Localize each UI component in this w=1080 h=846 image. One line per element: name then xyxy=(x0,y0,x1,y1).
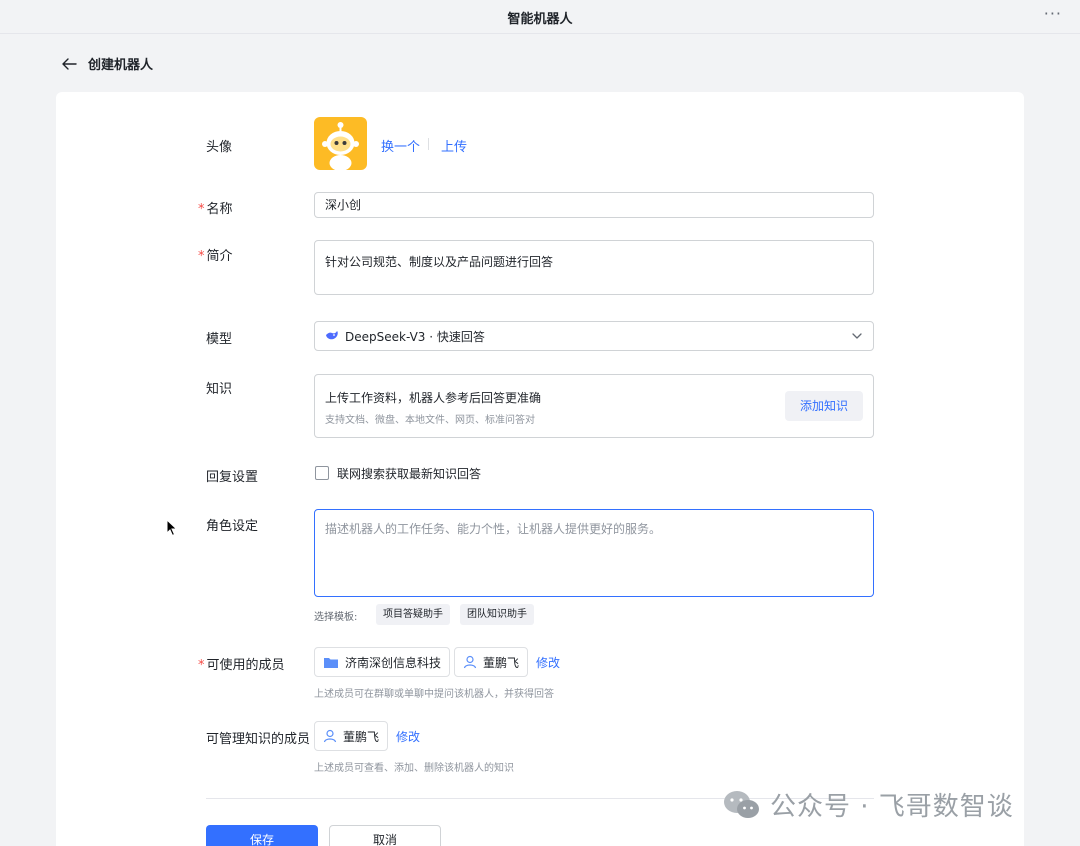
template-project-qa[interactable]: 项目答疑助手 xyxy=(376,604,450,625)
managers-label: 可管理知识的成员 xyxy=(206,732,311,747)
cancel-button[interactable]: 取消 xyxy=(329,825,441,846)
web-search-checkbox-label[interactable]: 联网搜索获取最新知识回答 xyxy=(337,465,481,482)
robot-avatar xyxy=(314,117,367,170)
robot-icon xyxy=(322,122,359,170)
page-title: 创建机器人 xyxy=(88,58,154,73)
members-label-text: 可使用的成员 xyxy=(206,658,285,673)
required-mark: * xyxy=(198,658,205,673)
change-avatar-link[interactable]: 换一个 xyxy=(381,136,420,155)
chevron-down-icon xyxy=(852,333,862,339)
required-mark: * xyxy=(198,202,205,217)
knowledge-subtitle: 支持文档、微盘、本地文件、网页、标准问答对 xyxy=(325,415,535,426)
avatar-link-divider xyxy=(428,138,429,150)
knowledge-title: 上传工作资料，机器人参考后回答更准确 xyxy=(325,391,542,405)
watermark: 公众号 · 飞哥数智谈 xyxy=(722,786,1014,823)
web-search-checkbox[interactable] xyxy=(315,466,329,480)
watermark-text: 公众号 · 飞哥数智谈 xyxy=(770,792,1014,822)
selected-model: DeepSeek-V3 · 快速回答 xyxy=(345,329,485,344)
template-label: 选择模板: xyxy=(314,612,358,623)
model-select[interactable]: DeepSeek-V3 · 快速回答 xyxy=(314,321,874,351)
more-options-button[interactable]: ··· xyxy=(1044,4,1062,23)
save-button[interactable]: 保存 xyxy=(206,825,318,846)
model-label: 模型 xyxy=(206,332,233,347)
name-label: * 名称 xyxy=(198,198,233,217)
intro-label: * 简介 xyxy=(198,245,233,264)
intro-label-text: 简介 xyxy=(206,249,233,264)
reply-settings-label: 回复设置 xyxy=(206,470,259,485)
name-input[interactable]: 深小创 xyxy=(314,192,874,218)
manager-person-chip: 董鹏飞 xyxy=(314,721,389,751)
folder-icon xyxy=(324,657,338,668)
role-label: 角色设定 xyxy=(206,519,259,534)
role-textarea[interactable]: 描述机器人的工作任务、能力个性，让机器人提供更好的服务。 xyxy=(314,509,874,597)
user-icon xyxy=(323,729,337,743)
template-team-knowledge[interactable]: 团队知识助手 xyxy=(460,604,534,625)
back-button[interactable]: 创建机器人 xyxy=(60,54,153,73)
avatar-label: 头像 xyxy=(206,140,233,155)
intro-textarea[interactable]: 针对公司规范、制度以及产品问题进行回答 xyxy=(314,240,874,295)
name-label-text: 名称 xyxy=(206,202,233,217)
members-hint: 上述成员可在群聊或单聊中提问该机器人，并获得回答 xyxy=(314,689,554,700)
required-mark: * xyxy=(198,249,205,264)
window-title: 智能机器人 xyxy=(507,12,573,27)
user-icon xyxy=(463,655,477,669)
manager-person-name: 董鹏飞 xyxy=(343,729,380,744)
edit-managers-link[interactable]: 修改 xyxy=(396,728,420,745)
mouse-cursor-icon xyxy=(166,519,178,537)
members-label: * 可使用的成员 xyxy=(198,654,285,673)
member-org-chip: 济南深创信息科技 xyxy=(314,647,451,677)
member-person-chip: 董鹏飞 xyxy=(454,647,529,677)
edit-members-link[interactable]: 修改 xyxy=(536,654,560,671)
wechat-icon xyxy=(724,790,759,818)
knowledge-box: 上传工作资料，机器人参考后回答更准确 支持文档、微盘、本地文件、网页、标准问答对… xyxy=(314,374,874,438)
form-card: 头像 换一个 上传 * 名称 深小创 * 简介 针对公司规范、制度以及产品问题进行回… xyxy=(56,92,1024,846)
upload-avatar-link[interactable]: 上传 xyxy=(441,136,467,155)
add-knowledge-button[interactable]: 添加知识 xyxy=(785,391,863,421)
back-arrow-icon xyxy=(62,57,77,70)
deepseek-whale-icon xyxy=(326,331,338,340)
managers-hint: 上述成员可查看、添加、删除该机器人的知识 xyxy=(314,763,514,774)
window-titlebar: 智能机器人 ··· xyxy=(0,0,1080,34)
member-org-name: 济南深创信息科技 xyxy=(345,655,442,670)
member-person-name: 董鹏飞 xyxy=(483,655,520,670)
knowledge-label: 知识 xyxy=(206,382,233,397)
